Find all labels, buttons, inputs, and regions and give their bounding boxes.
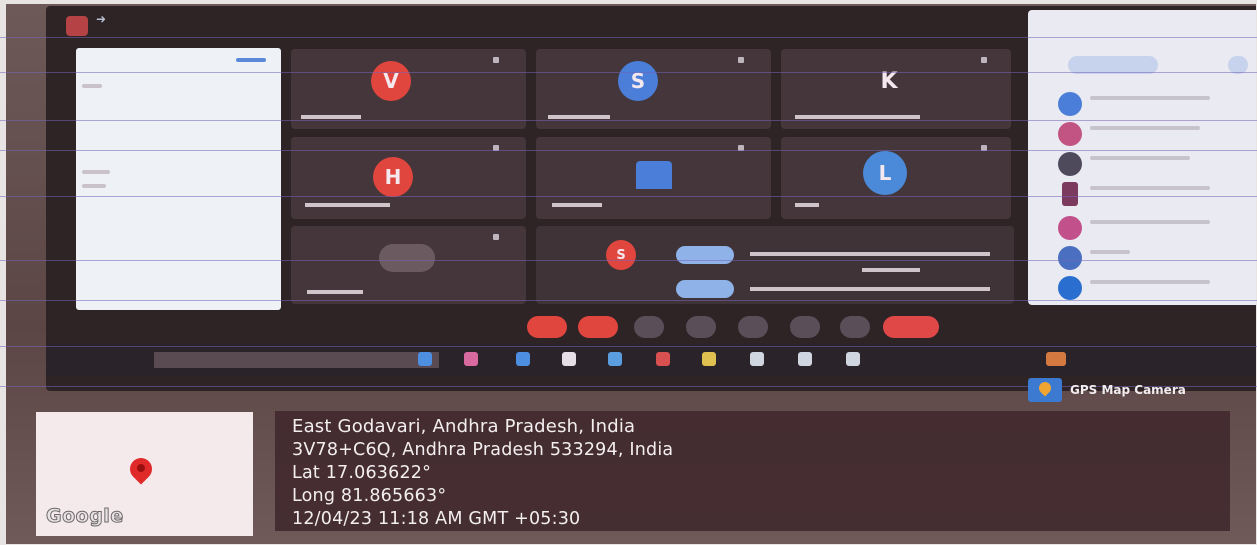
scan-line — [0, 300, 1257, 301]
join-request-line — [750, 287, 990, 291]
participant-tile[interactable]: V — [291, 49, 526, 129]
camera-off-button[interactable] — [578, 316, 618, 338]
longitude-line: Long 81.865663° — [292, 486, 447, 506]
scan-line — [0, 72, 1257, 73]
participant-name — [795, 203, 819, 207]
pin-icon[interactable] — [738, 57, 744, 63]
scan-line — [0, 260, 1257, 261]
app-icon[interactable] — [846, 352, 860, 366]
back-arrow-icon: ➜ — [96, 12, 107, 26]
join-request-line — [862, 268, 920, 272]
participant-avatar: L — [863, 151, 907, 195]
datetime-line: 12/04/23 11:18 AM GMT +05:30 — [292, 509, 581, 529]
participant-tile[interactable]: S — [536, 49, 771, 129]
participant-name — [795, 115, 920, 119]
participant-avatar — [1058, 92, 1082, 116]
pin-icon[interactable] — [493, 234, 499, 240]
scan-line — [0, 150, 1257, 151]
participant-avatar: H — [373, 157, 413, 197]
participant-name — [552, 203, 602, 207]
participant-name — [1090, 96, 1210, 100]
captions-button[interactable] — [634, 316, 664, 338]
chat-line — [82, 184, 106, 188]
scan-line — [0, 37, 1257, 38]
gps-map-camera-badge: GPS Map Camera — [1028, 378, 1186, 402]
app-icon[interactable] — [562, 352, 576, 366]
address-line: 3V78+C6Q, Andhra Pradesh 533294, India — [292, 440, 674, 460]
app-icon[interactable] — [750, 352, 764, 366]
requester-avatar: S — [606, 240, 636, 270]
view-requests-button[interactable] — [676, 246, 734, 264]
reactions-button[interactable] — [686, 316, 716, 338]
mic-off-button[interactable] — [527, 316, 567, 338]
join-requests-panel: S — [536, 226, 1014, 304]
chrome-icon[interactable] — [656, 352, 670, 366]
weather-icon[interactable] — [1046, 352, 1066, 366]
chat-line — [82, 84, 102, 88]
participant-avatar — [1058, 246, 1082, 270]
participant-avatar — [1062, 182, 1078, 206]
scan-line — [0, 120, 1257, 121]
app-icon[interactable] — [464, 352, 478, 366]
participant-avatar — [1058, 152, 1082, 176]
participant-photo — [379, 244, 435, 272]
scan-line — [0, 196, 1257, 197]
view-requests-button[interactable] — [676, 280, 734, 298]
chat-panel — [76, 48, 281, 310]
participant-avatar — [1058, 276, 1082, 300]
participant-tile[interactable] — [291, 226, 526, 304]
app-icon[interactable] — [608, 352, 622, 366]
participant-name — [1090, 250, 1130, 254]
more-options-button[interactable] — [840, 316, 870, 338]
taskbar-search[interactable] — [154, 352, 439, 368]
participant-avatar: K — [880, 68, 898, 94]
gps-camera-icon — [1028, 378, 1062, 402]
chat-line — [82, 170, 110, 174]
end-call-button[interactable] — [883, 316, 939, 338]
participant-name — [548, 115, 610, 119]
meet-logo-icon — [66, 16, 88, 36]
app-icon[interactable] — [798, 352, 812, 366]
participant-tile[interactable]: K — [781, 49, 1011, 129]
participant-avatar — [1058, 122, 1082, 146]
scan-line — [0, 346, 1257, 347]
taskbar — [46, 344, 1256, 376]
participant-name — [1090, 220, 1210, 224]
send-button[interactable] — [236, 58, 266, 62]
location-line: East Godavari, Andhra Pradesh, India — [292, 416, 636, 437]
participant-name — [1090, 126, 1200, 130]
participant-name — [301, 115, 361, 119]
app-icon[interactable] — [418, 352, 432, 366]
map-pin-hole — [137, 464, 145, 472]
folder-icon[interactable] — [702, 352, 716, 366]
present-button[interactable] — [738, 316, 768, 338]
participant-avatar: V — [371, 61, 411, 101]
latitude-line: Lat 17.063622° — [292, 463, 432, 483]
join-request-line — [750, 252, 990, 256]
google-logo: Google — [46, 505, 124, 528]
participant-photo — [636, 161, 672, 189]
participant-name — [305, 203, 390, 207]
meeting-title-bar: ➜ — [96, 12, 116, 26]
participant-avatar — [1058, 216, 1082, 240]
pin-icon[interactable] — [981, 57, 987, 63]
participant-name — [1090, 280, 1210, 284]
pin-icon[interactable] — [493, 57, 499, 63]
participant-name — [1090, 186, 1210, 190]
raise-hand-button[interactable] — [790, 316, 820, 338]
app-icon[interactable] — [516, 352, 530, 366]
participant-name — [307, 290, 363, 294]
participant-avatar: S — [618, 61, 658, 101]
participant-name — [1090, 156, 1190, 160]
gps-badge-label: GPS Map Camera — [1070, 383, 1186, 397]
